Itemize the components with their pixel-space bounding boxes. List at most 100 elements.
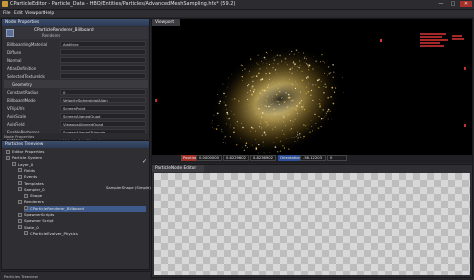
sparkle xyxy=(226,109,227,111)
property-value[interactable] xyxy=(60,49,146,55)
sparkle xyxy=(277,151,279,153)
tree-item[interactable]: Editor Properties xyxy=(6,149,146,155)
tree-item[interactable]: Shape xyxy=(24,193,146,199)
tree-item-label: Renderers xyxy=(24,199,44,205)
sparkle xyxy=(278,82,280,84)
sparkle xyxy=(291,131,293,133)
sparkle xyxy=(306,86,308,88)
sparkle xyxy=(305,77,308,79)
sparkle xyxy=(327,96,329,99)
sparkle xyxy=(217,125,219,126)
sparkle xyxy=(319,104,321,106)
sparkle xyxy=(251,144,253,146)
sparkle xyxy=(278,103,281,106)
sparkle xyxy=(221,129,223,131)
sparkle xyxy=(249,90,252,92)
sparkle xyxy=(293,53,295,55)
tree-node-icon xyxy=(18,225,22,230)
sparkle xyxy=(305,125,307,127)
geometry-group-header[interactable]: Geometry xyxy=(4,80,148,88)
sparkle xyxy=(257,63,259,65)
minimize-button[interactable]: — xyxy=(435,1,447,7)
tree-node-icon xyxy=(18,174,22,179)
tree-item[interactable]: State_0 xyxy=(18,225,146,231)
menu-viewport[interactable]: Viewport xyxy=(25,11,45,16)
sparkle xyxy=(260,112,261,114)
sparkle xyxy=(315,123,317,124)
property-row[interactable]: BillboardingMaterial Additive xyxy=(4,40,148,48)
sparkle xyxy=(262,145,264,147)
property-value[interactable]: VelocitySpheroidalAlign xyxy=(60,97,146,103)
sparkle xyxy=(298,135,300,137)
geometry-property-row[interactable]: AxisField ViewposAlignedQuad xyxy=(4,120,148,128)
sparkle xyxy=(222,83,224,85)
property-row[interactable]: Diffuse xyxy=(4,48,148,56)
tree-item[interactable]: Events xyxy=(18,174,146,180)
sparkle xyxy=(323,62,326,64)
sparkle xyxy=(297,66,299,67)
sparkle xyxy=(317,127,320,129)
sparkle xyxy=(281,60,283,62)
property-value[interactable] xyxy=(60,73,146,79)
node-editor-canvas[interactable] xyxy=(154,173,470,275)
property-key: VFlipUVs xyxy=(7,105,25,111)
property-row[interactable]: AtlasDefinition xyxy=(4,64,148,72)
tree-item-label: Editor Properties xyxy=(12,149,45,154)
menu-file[interactable]: File xyxy=(3,11,11,16)
orientation-pitch[interactable]: 0 xyxy=(327,155,347,161)
tree-item[interactable]: CParticleRenderer_Billboard xyxy=(24,205,146,212)
sparkle xyxy=(305,58,308,60)
property-value[interactable]: Additive xyxy=(60,41,146,47)
property-row[interactable]: SelectedTextureIds xyxy=(4,72,148,80)
property-row[interactable]: Normal xyxy=(4,56,148,64)
tree-item[interactable]: SpawnerScripts xyxy=(18,212,146,218)
tree-node-icon xyxy=(24,206,28,211)
tree-item[interactable]: Particle System xyxy=(6,155,146,161)
sparkle xyxy=(320,80,322,82)
property-value[interactable] xyxy=(60,65,146,71)
tree-item[interactable]: CParticleEvolver_Physics xyxy=(24,231,146,237)
sparkle xyxy=(265,126,267,128)
property-value[interactable]: 0 xyxy=(60,89,146,95)
sparkle xyxy=(291,67,293,69)
sparkle xyxy=(242,146,244,148)
sparkle xyxy=(292,120,294,123)
sparkle xyxy=(331,86,334,89)
menu-help[interactable]: Help xyxy=(44,11,54,16)
sparkle xyxy=(320,126,322,128)
tree-item[interactable]: Renderers xyxy=(18,199,146,205)
orientation-yaw[interactable]: -56.12203 xyxy=(300,155,326,161)
sparkle xyxy=(258,72,260,75)
tree-item[interactable]: Fields xyxy=(18,168,146,174)
sparkle xyxy=(289,68,292,71)
sparkle xyxy=(225,142,227,144)
sparkle xyxy=(270,105,272,107)
sparkle xyxy=(315,113,316,115)
sparkle xyxy=(320,117,323,120)
property-value[interactable]: ViewposAlignedQuad xyxy=(60,121,146,127)
property-key: AxisScale xyxy=(7,113,27,119)
sparkle xyxy=(284,101,286,102)
sparkle xyxy=(272,103,274,105)
geometry-property-row[interactable]: AxisScale ScreenAlignedQuad xyxy=(4,112,148,120)
sparkle xyxy=(248,70,250,72)
geometry-property-row[interactable]: ConstantRadius 0 xyxy=(4,88,148,96)
menu-edit[interactable]: Edit xyxy=(14,11,23,16)
geometry-property-row[interactable]: BillboardMode VelocitySpheroidalAlign xyxy=(4,96,148,104)
sparkle xyxy=(278,120,279,122)
maximize-button[interactable]: □ xyxy=(447,1,459,7)
sparkle xyxy=(305,92,308,95)
tree-item[interactable]: Layer_0 xyxy=(12,162,146,168)
property-value[interactable] xyxy=(60,57,146,63)
object-header: CParticleRenderer_Billboard Renderer xyxy=(4,27,148,39)
property-value[interactable]: ScreenAlignedQuad xyxy=(60,113,146,119)
position-y[interactable]: 0.8229602 xyxy=(223,155,249,161)
property-value[interactable]: ScreenPoint xyxy=(60,105,146,111)
position-x[interactable]: 0.0000000 xyxy=(196,155,222,161)
position-z[interactable]: 0.8236902 xyxy=(250,155,276,161)
geometry-property-row[interactable]: VFlipUVs ScreenPoint xyxy=(4,104,148,112)
sparkle xyxy=(255,99,257,101)
tree-item[interactable]: Spawner Script xyxy=(18,218,146,224)
close-button[interactable]: ✕ xyxy=(460,1,472,7)
sparkle xyxy=(276,54,279,56)
